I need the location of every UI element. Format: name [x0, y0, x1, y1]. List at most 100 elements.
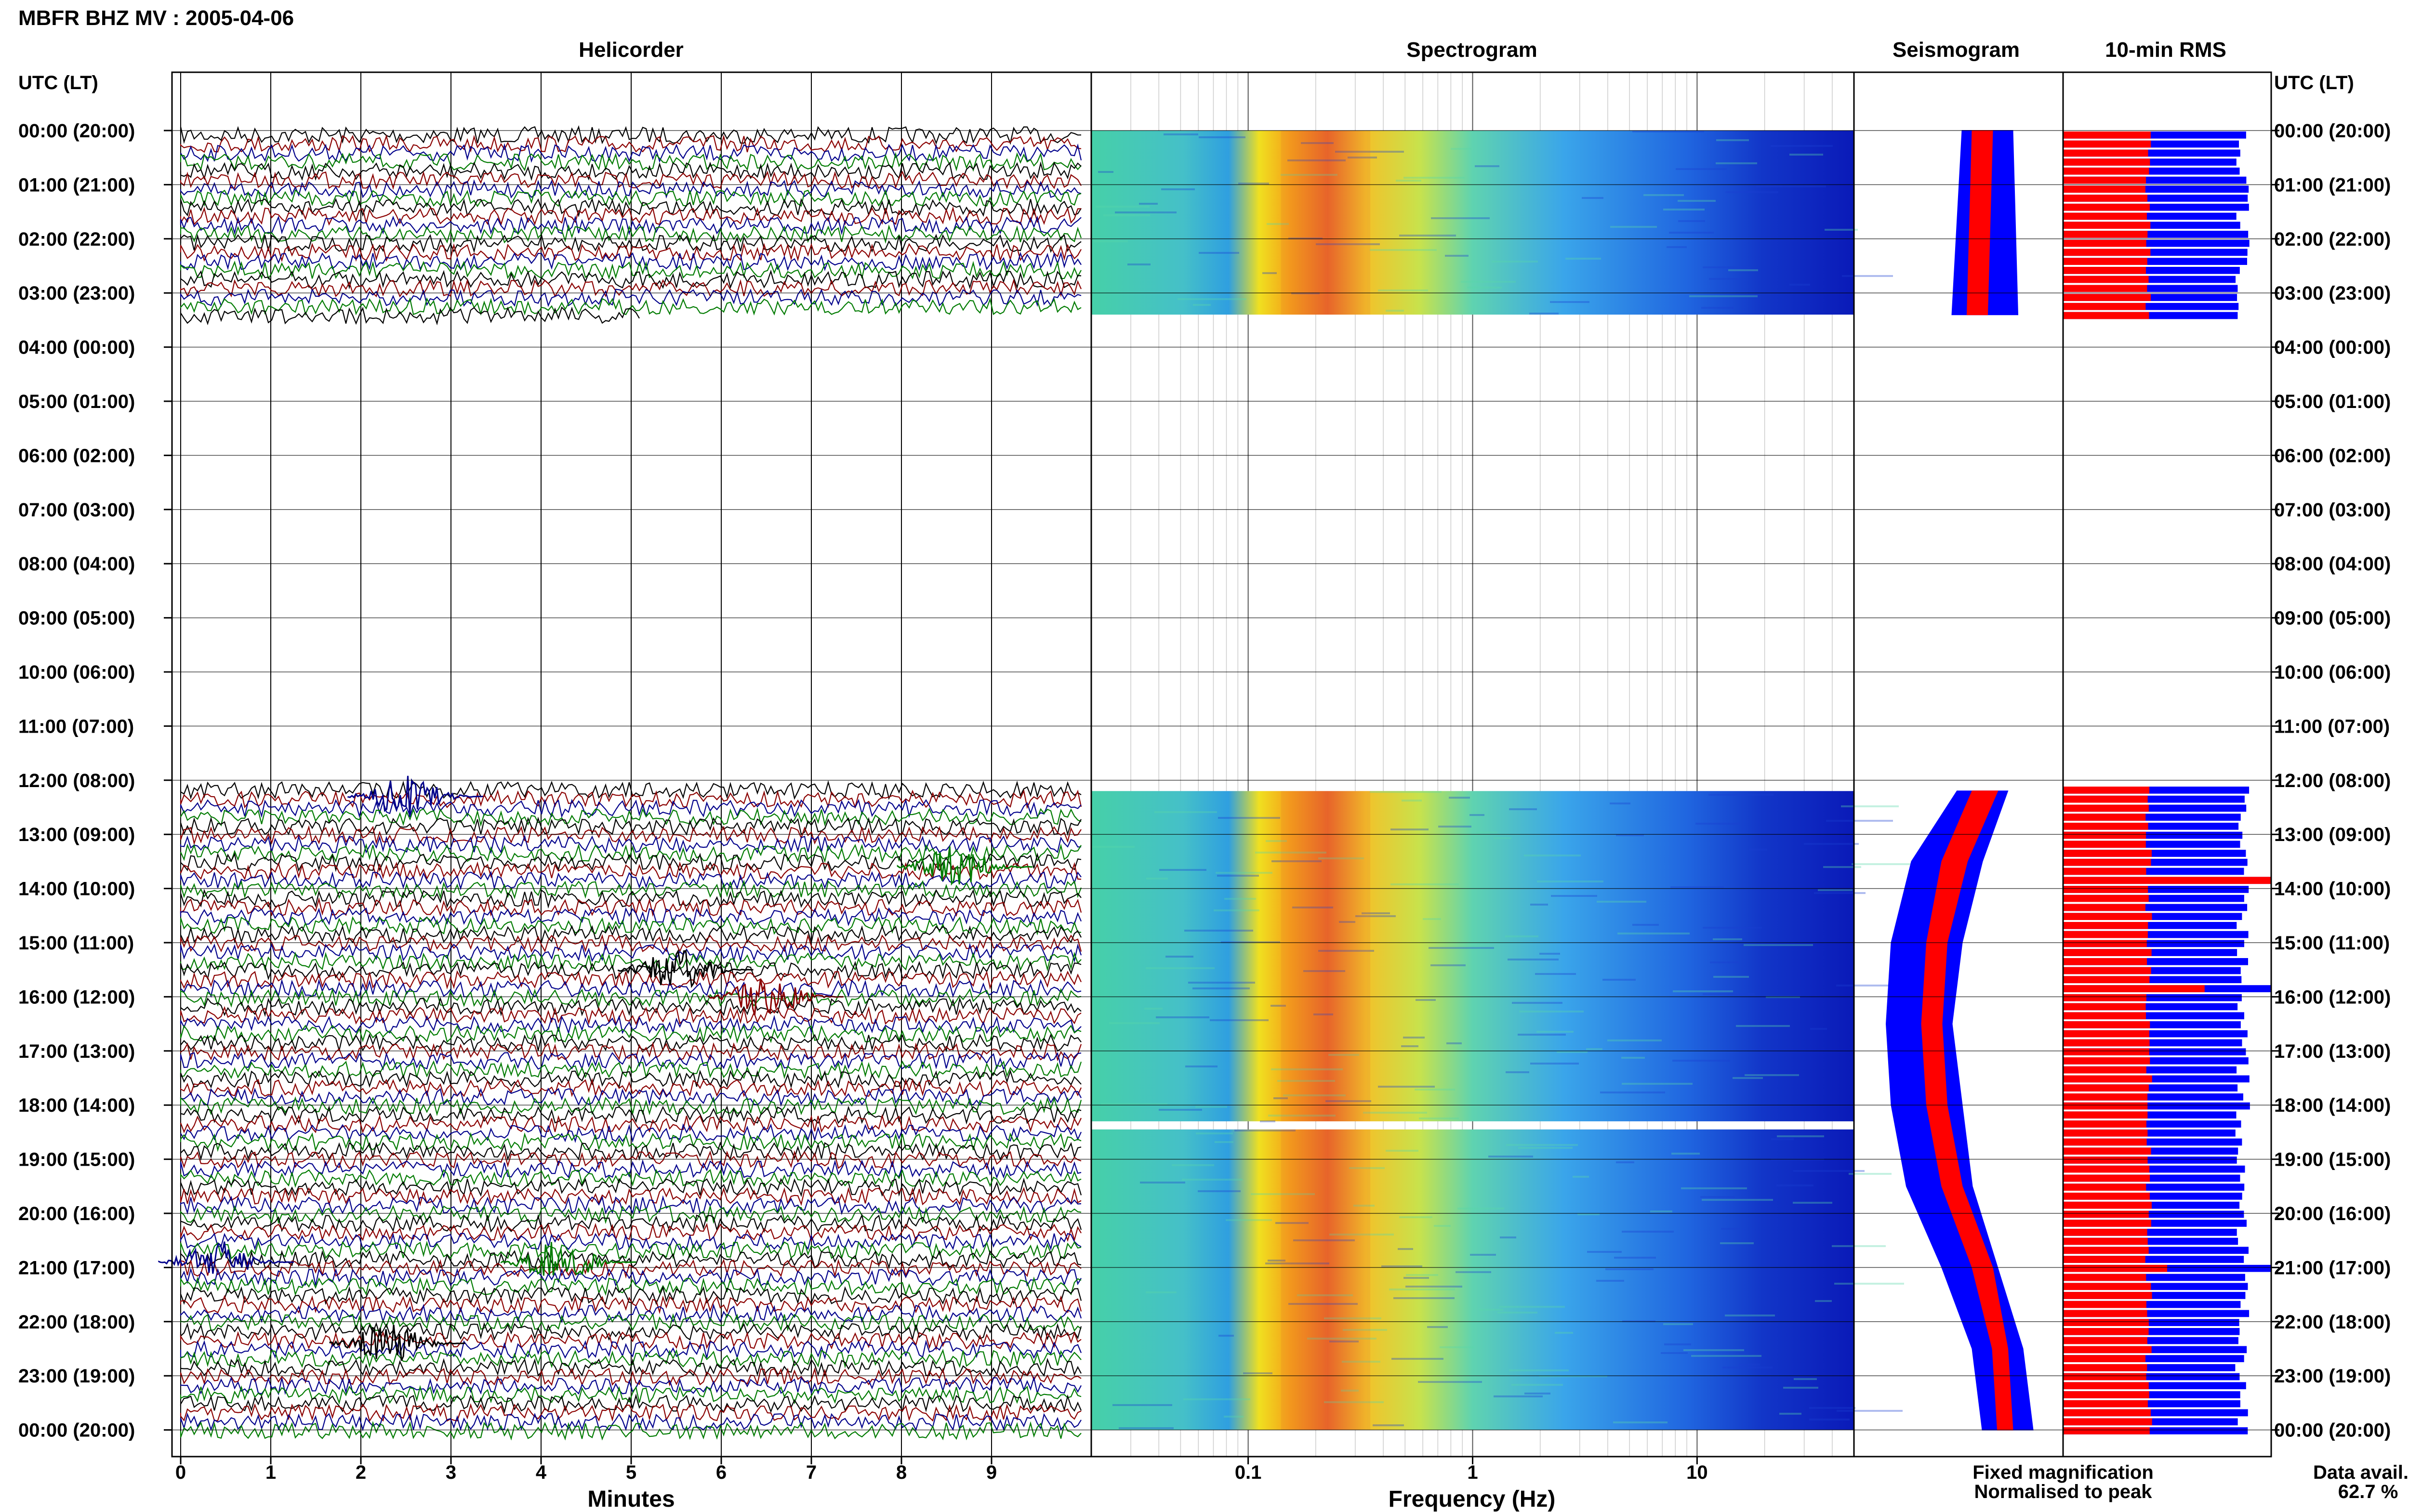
spectrogram-texture [1722, 1367, 1773, 1368]
spectrogram-texture [1427, 1326, 1448, 1328]
y-tick-label-left: 02:00 (22:00) [18, 229, 135, 250]
y-tick-label-left: 19:00 (15:00) [18, 1149, 135, 1170]
rms-bar-normalised [2063, 1346, 2152, 1354]
spectrogram-texture [1596, 1280, 1624, 1282]
spectrogram-texture [1756, 185, 1826, 187]
spectrogram-texture [1159, 1109, 1202, 1111]
rms-bar-normalised [2063, 1247, 2149, 1254]
spectrogram-texture [1849, 1173, 1892, 1175]
spectrogram-texture [1616, 1161, 1634, 1163]
rms-bar-normalised [2063, 994, 2146, 1001]
spectrogram-texture [1511, 1384, 1563, 1386]
spectrogram-texture [1783, 1387, 1818, 1389]
rms-bar-normalised [2063, 795, 2148, 803]
spectrogram-texture [1370, 249, 1437, 251]
helicorder-event [158, 1241, 294, 1274]
spectrogram-texture [1451, 148, 1471, 150]
spectrogram-x-tick: 0.1 [1235, 1462, 1262, 1483]
spectrogram-texture [1159, 869, 1206, 871]
spectrogram-texture [1632, 924, 1659, 926]
spectrogram-texture [1399, 235, 1456, 237]
spectrogram-texture [1195, 1106, 1227, 1108]
spectrogram-texture [1804, 843, 1859, 845]
spectrogram-texture [1154, 811, 1217, 813]
y-tick-label-right: 15:00 (11:00) [2274, 933, 2390, 954]
spectrogram-texture [1390, 883, 1459, 885]
spectrogram-texture [1602, 979, 1636, 981]
spectrogram-texture [1156, 1016, 1209, 1018]
spectrogram-texture [1529, 313, 1559, 315]
spectrogram-texture [1524, 855, 1581, 856]
spectrogram-texture [1199, 136, 1245, 138]
spectrogram-texture [1508, 959, 1559, 960]
rms-bar-normalised [2063, 1066, 2146, 1074]
rms-panel [2063, 131, 2271, 1434]
y-tick-label-left: 21:00 (17:00) [18, 1257, 135, 1278]
spectrogram-texture [1716, 139, 1749, 141]
spectrogram-texture [1386, 1150, 1418, 1152]
spectrogram-texture [1814, 892, 1866, 894]
y-tick-label-right: 17:00 (13:00) [2274, 1041, 2391, 1062]
spectrogram-texture [1776, 1184, 1813, 1186]
rms-bar-normalised [2063, 850, 2152, 857]
rms-bar-normalised [2063, 1111, 2148, 1119]
spectrogram-texture [1789, 154, 1823, 156]
spectrogram-texture [1691, 1355, 1761, 1357]
rms-bar-normalised [2063, 1048, 2149, 1055]
spectrogram-texture [1663, 1323, 1693, 1325]
rms-bar-normalised [2063, 868, 2146, 875]
spectrogram-peak-band [1281, 791, 1371, 1121]
spectrogram-texture [1607, 1039, 1662, 1041]
spectrogram-texture [1500, 1236, 1516, 1238]
y-tick-label-left: 14:00 (10:00) [18, 879, 135, 900]
spectrogram-texture [1399, 1216, 1432, 1218]
rms-bar-normalised [2063, 1256, 2145, 1263]
spectrogram-texture [1370, 791, 1442, 793]
spectrogram-texture [1218, 1335, 1234, 1337]
rms-bar-normalised [2063, 913, 2152, 920]
rms-bar-normalised [2063, 931, 2148, 938]
helicorder-x-label: Minutes [587, 1486, 675, 1512]
spectrogram-texture [1226, 1219, 1272, 1221]
spectrogram-texture [1550, 301, 1589, 303]
rms-bar-normalised [2063, 222, 2151, 229]
spectrogram-texture [1736, 1025, 1790, 1027]
spectrogram-texture [1671, 1153, 1700, 1155]
figure: MBFR BHZ MV : 2005-04-06 Helicorder Spec… [18, 6, 2409, 1512]
y-tick-label-left: 09:00 (05:00) [18, 608, 135, 629]
y-tick-label-right: 09:00 (05:00) [2274, 608, 2391, 629]
spectrogram-texture [1101, 1103, 1167, 1105]
spectrogram-texture [1509, 1369, 1569, 1371]
spectrogram-texture [1852, 863, 1919, 865]
spectrogram-texture [1670, 886, 1724, 888]
spectrogram-texture [1438, 826, 1471, 828]
y-tick-label-left: 10:00 (06:00) [18, 662, 135, 683]
spectrogram-texture [1216, 872, 1272, 874]
spectrogram-block [1091, 791, 1854, 1121]
rms-bar-normalised [2063, 1355, 2145, 1362]
rms-bar-normalised [2063, 858, 2151, 866]
spectrogram-texture [1146, 878, 1168, 880]
spectrogram-texture [1378, 1086, 1435, 1088]
rms-title: 10-min RMS [2105, 38, 2226, 62]
seismogram-title: Seismogram [1893, 38, 2020, 62]
rms-bar-normalised [2063, 249, 2151, 256]
spectrogram-texture [1183, 1398, 1250, 1400]
rms-bar-normalised [2063, 1084, 2149, 1091]
y-tick-label-right: 03:00 (23:00) [2274, 283, 2391, 304]
y-tick-label-right: 01:00 (21:00) [2274, 174, 2391, 196]
spectrogram-texture [1164, 133, 1198, 135]
spectrogram-texture [1494, 837, 1511, 839]
rms-bar-normalised [2063, 203, 2150, 211]
spectrogram-texture [1745, 1074, 1799, 1076]
rms-bar-normalised [2063, 149, 2148, 157]
spectrogram-texture [1423, 918, 1441, 920]
spectrogram-texture [1621, 1057, 1645, 1059]
rms-bar-normalised [2063, 1418, 2152, 1426]
spectrogram-texture [1738, 1364, 1760, 1366]
rms-bar-normalised [2063, 131, 2151, 139]
spectrogram-texture [1398, 1248, 1413, 1250]
y-tick-label-right: 20:00 (16:00) [2274, 1203, 2391, 1224]
rms-bar-normalised [2063, 312, 2149, 319]
spectrogram-texture [1499, 1306, 1565, 1308]
